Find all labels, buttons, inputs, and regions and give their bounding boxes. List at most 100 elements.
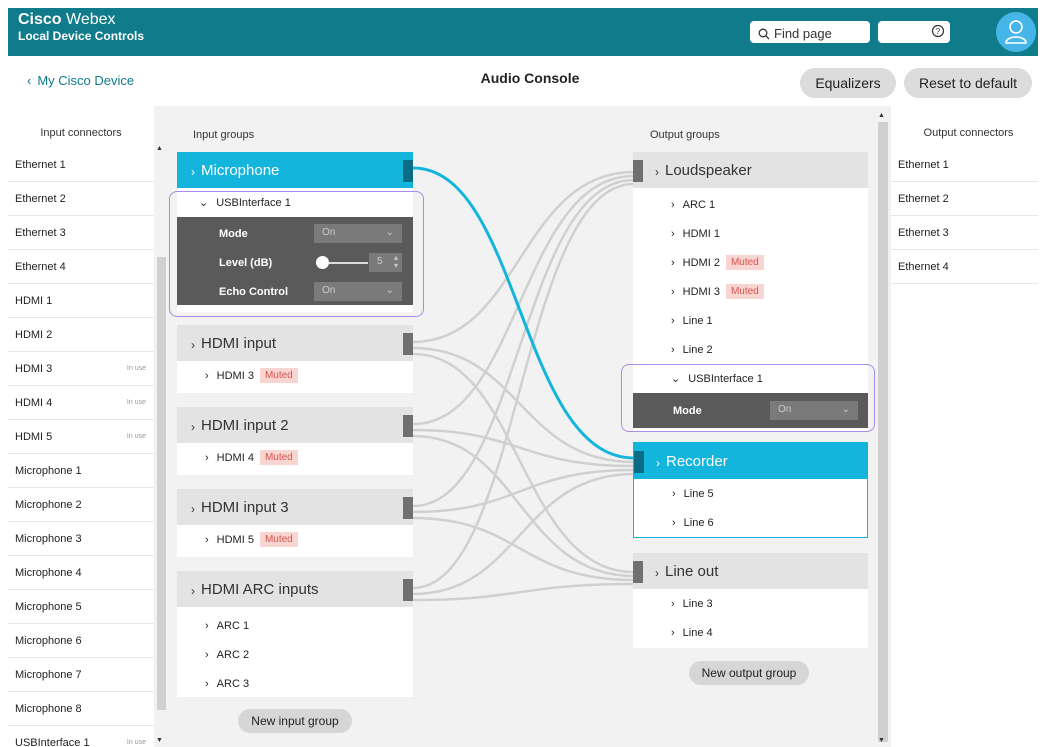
- output-group-recorder: › Recorder › Line 5 › Line 6: [633, 442, 868, 538]
- list-item[interactable]: › HDMI 1: [633, 219, 868, 248]
- group-name: Recorder: [666, 452, 728, 470]
- connection-handle[interactable]: [634, 451, 644, 473]
- group-name: HDMI input: [201, 334, 277, 352]
- muted-badge: Muted: [725, 284, 764, 299]
- list-item[interactable]: › HDMI 3 Muted: [177, 361, 413, 390]
- chevron-right-icon[interactable]: ›: [671, 627, 675, 639]
- chevron-right-icon[interactable]: ›: [205, 370, 209, 382]
- chevron-right-icon[interactable]: ›: [191, 165, 195, 179]
- input-group-hdmi-3: › HDMI input 3 › HDMI 5 Muted: [177, 489, 413, 557]
- list-item[interactable]: › Line 4: [633, 618, 868, 647]
- item-label: Line 4: [682, 626, 713, 639]
- new-input-group-button[interactable]: New input group: [238, 709, 352, 733]
- item-label: ARC 3: [216, 677, 250, 690]
- selection-highlight: [621, 364, 875, 432]
- group-header[interactable]: › Loudspeaker: [633, 152, 868, 188]
- group-header[interactable]: › HDMI input 2: [177, 407, 413, 443]
- connection-handle[interactable]: [633, 160, 643, 182]
- chevron-right-icon[interactable]: ›: [671, 199, 675, 211]
- chevron-right-icon[interactable]: ›: [191, 584, 195, 598]
- routing-wires: [412, 166, 635, 602]
- item-label: Line 3: [682, 597, 713, 610]
- chevron-right-icon[interactable]: ›: [191, 338, 195, 352]
- list-item[interactable]: › Line 3: [633, 589, 868, 618]
- item-label: HDMI 5: [216, 533, 254, 546]
- wire-hdmi-input-lineout[interactable]: [412, 352, 635, 574]
- wire-arc-lineout[interactable]: [412, 582, 635, 602]
- item-label: Line 5: [683, 487, 714, 500]
- group-name: HDMI input 2: [201, 416, 289, 434]
- connection-handle[interactable]: [403, 160, 413, 182]
- item-label: Line 2: [682, 343, 713, 356]
- chevron-right-icon[interactable]: ›: [205, 649, 209, 661]
- connection-handle[interactable]: [403, 333, 413, 355]
- connection-handle[interactable]: [403, 579, 413, 601]
- new-output-group-button[interactable]: New output group: [689, 661, 809, 685]
- chevron-right-icon[interactable]: ›: [671, 315, 675, 327]
- list-item[interactable]: › Line 1: [633, 306, 868, 335]
- connection-handle[interactable]: [403, 497, 413, 519]
- connection-handle[interactable]: [633, 561, 643, 583]
- list-item[interactable]: › HDMI 2 Muted: [633, 248, 868, 277]
- list-item[interactable]: › ARC 1: [633, 190, 868, 219]
- selection-highlight: [169, 191, 424, 317]
- item-label: ARC 1: [216, 619, 250, 632]
- output-groups-title: Output groups: [650, 129, 720, 141]
- chevron-right-icon[interactable]: ›: [655, 165, 659, 179]
- connection-handle[interactable]: [403, 415, 413, 437]
- list-item[interactable]: › HDMI 4 Muted: [177, 443, 413, 472]
- chevron-right-icon[interactable]: ›: [671, 598, 675, 610]
- list-item[interactable]: › ARC 3: [177, 669, 413, 698]
- group-name: HDMI ARC inputs: [201, 580, 319, 598]
- input-group-hdmi-2: › HDMI input 2 › HDMI 4 Muted: [177, 407, 413, 475]
- group-name: Line out: [665, 562, 719, 580]
- item-label: HDMI 2: [682, 256, 720, 269]
- group-header[interactable]: › Line out: [633, 553, 868, 589]
- group-header[interactable]: › HDMI ARC inputs: [177, 571, 413, 607]
- chevron-right-icon[interactable]: ›: [672, 488, 676, 500]
- chevron-right-icon[interactable]: ›: [671, 257, 675, 269]
- wire-hdmi-input-recorder[interactable]: [412, 346, 635, 464]
- chevron-right-icon[interactable]: ›: [656, 456, 660, 470]
- wire-arc-loudspeaker[interactable]: [412, 182, 635, 590]
- list-item[interactable]: › Line 2: [633, 335, 868, 364]
- group-header[interactable]: › HDMI input: [177, 325, 413, 361]
- group-name: Microphone: [201, 161, 280, 179]
- group-header[interactable]: › HDMI input 3: [177, 489, 413, 525]
- muted-badge: Muted: [259, 368, 298, 383]
- group-header[interactable]: › Recorder: [634, 443, 867, 479]
- chevron-right-icon[interactable]: ›: [205, 620, 209, 632]
- item-label: HDMI 3: [216, 369, 254, 382]
- item-label: HDMI 1: [682, 227, 720, 240]
- list-item[interactable]: › Line 5: [634, 479, 867, 508]
- chevron-right-icon[interactable]: ›: [205, 452, 209, 464]
- wire-arc-recorder[interactable]: [412, 472, 635, 596]
- item-label: HDMI 3: [682, 285, 720, 298]
- list-item[interactable]: › HDMI 5 Muted: [177, 525, 413, 554]
- chevron-right-icon[interactable]: ›: [205, 678, 209, 690]
- muted-badge: Muted: [259, 532, 298, 547]
- input-group-arc: › HDMI ARC inputs › ARC 1 › ARC 2 › ARC 3: [177, 571, 413, 697]
- chevron-right-icon[interactable]: ›: [191, 420, 195, 434]
- chevron-right-icon[interactable]: ›: [671, 344, 675, 356]
- group-header[interactable]: › Microphone: [177, 152, 413, 188]
- chevron-right-icon[interactable]: ›: [191, 502, 195, 516]
- list-item[interactable]: › Line 6: [634, 508, 867, 537]
- chevron-right-icon[interactable]: ›: [655, 566, 659, 580]
- item-label: ARC 1: [682, 198, 716, 211]
- group-name: Loudspeaker: [665, 161, 752, 179]
- input-group-hdmi: › HDMI input › HDMI 3 Muted: [177, 325, 413, 393]
- list-item[interactable]: › ARC 2: [177, 640, 413, 669]
- wire-hdmi-input3-recorder[interactable]: [412, 468, 635, 514]
- wire-hdmi-input2-loudspeaker[interactable]: [412, 174, 635, 426]
- item-label: Line 1: [682, 314, 713, 327]
- chevron-right-icon[interactable]: ›: [671, 286, 675, 298]
- group-name: HDMI input 3: [201, 498, 289, 516]
- chevron-right-icon[interactable]: ›: [671, 228, 675, 240]
- list-item[interactable]: › HDMI 3 Muted: [633, 277, 868, 306]
- muted-badge: Muted: [259, 450, 298, 465]
- chevron-right-icon[interactable]: ›: [205, 534, 209, 546]
- item-label: ARC 2: [216, 648, 250, 661]
- list-item[interactable]: › ARC 1: [177, 611, 413, 640]
- chevron-right-icon[interactable]: ›: [672, 517, 676, 529]
